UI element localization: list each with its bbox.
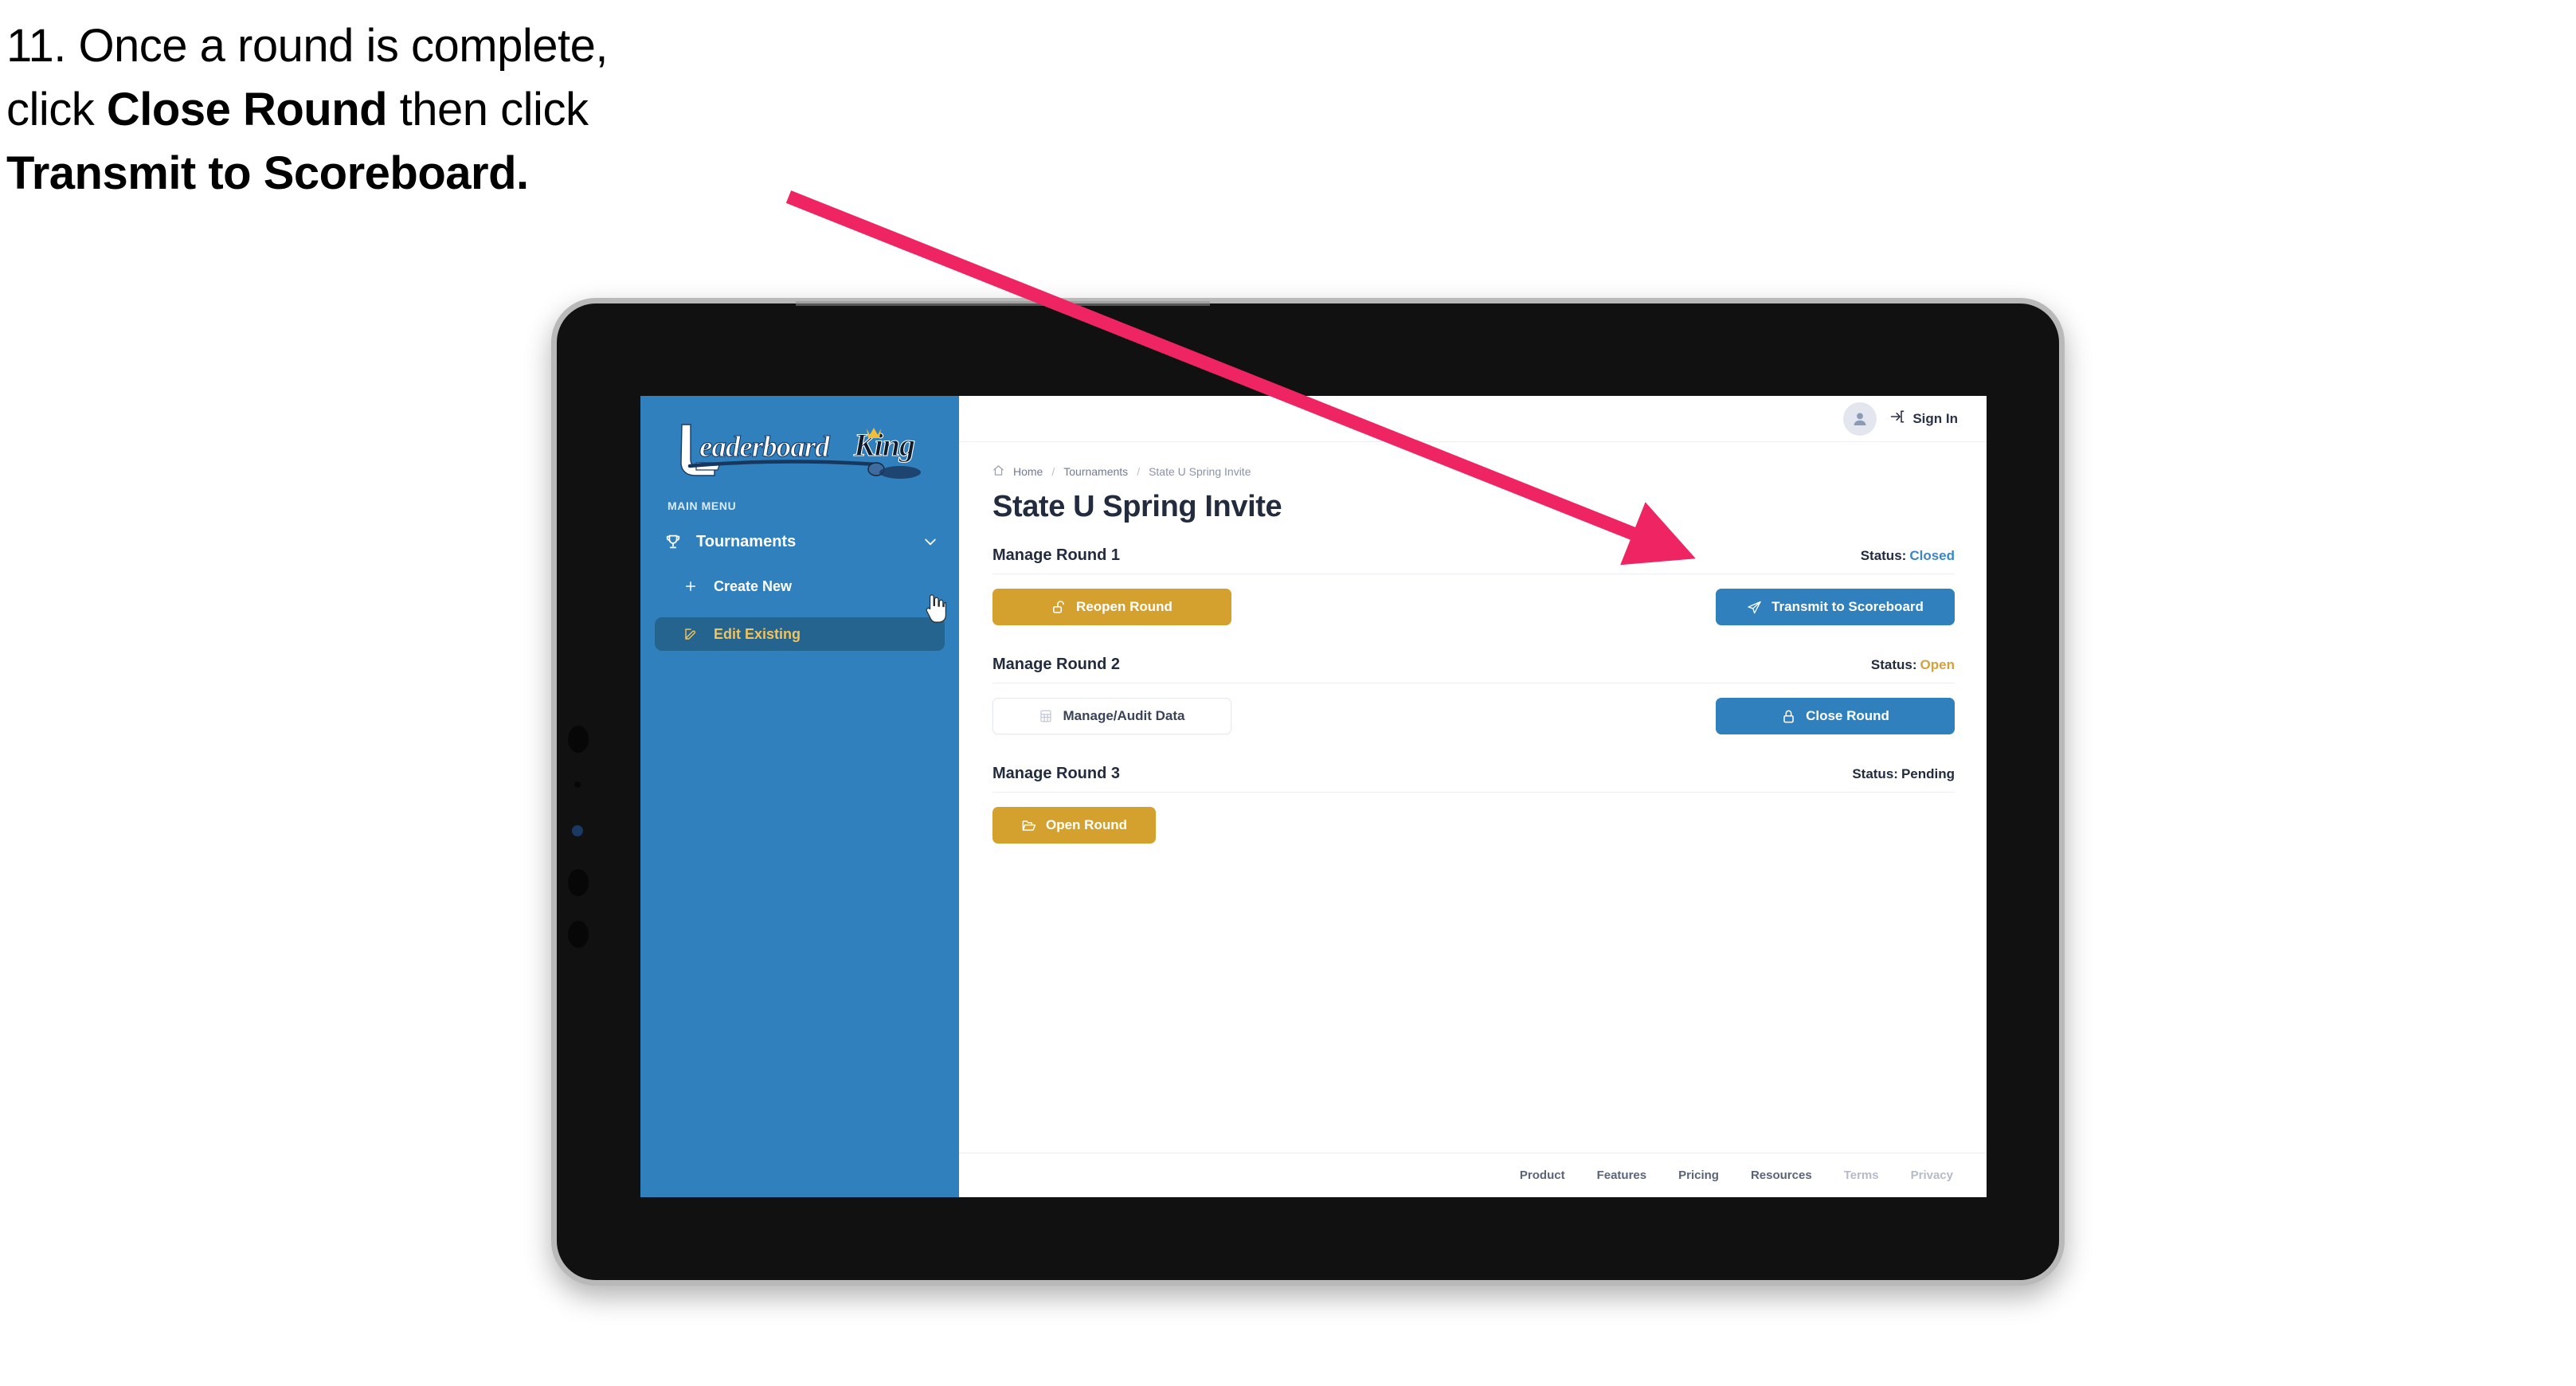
edit-pencil-icon — [683, 625, 704, 643]
footer-nav: Product Features Pricing Resources Terms… — [959, 1153, 1987, 1197]
caption-line-3: Transmit to Scoreboard. — [6, 142, 883, 206]
sidebar-item-create-new-label: Create New — [714, 578, 793, 594]
round-1-status-value: Closed — [1909, 548, 1955, 563]
svg-text:King: King — [853, 427, 914, 463]
footer-link-resources[interactable]: Resources — [1751, 1169, 1812, 1182]
round-2-actions: Manage/Audit Data Close Round — [992, 698, 1955, 734]
svg-text:eaderboard: eaderboard — [699, 431, 830, 464]
sidebar-item-tournaments-label: Tournaments — [696, 532, 797, 550]
close-round-label: Close Round — [1806, 708, 1889, 723]
tablet-device-frame: eaderboard King MAIN MENU Tournaments Cr… — [551, 298, 2065, 1286]
round-2-status-label: Status: — [1870, 657, 1917, 672]
transmit-to-scoreboard-button[interactable]: Transmit to Scoreboard — [1716, 589, 1955, 625]
caption-line-1: 11. Once a round is complete, — [6, 20, 608, 72]
sign-in-button[interactable]: Sign In — [1889, 409, 1958, 429]
footer-link-privacy[interactable]: Privacy — [1911, 1169, 1953, 1182]
caption-line-3-bold: Transmit to Scoreboard. — [6, 147, 529, 200]
round-3-name: Manage Round 3 — [992, 765, 1121, 782]
login-arrow-icon — [1889, 409, 1905, 429]
tablet-side-indicator — [572, 825, 583, 836]
breadcrumb-item-home[interactable]: Home — [1013, 465, 1043, 478]
sign-in-label: Sign In — [1912, 410, 1958, 426]
sidebar-item-create-new[interactable]: Create New — [655, 570, 945, 603]
round-1-header: Manage Round 1 Status: Closed — [992, 546, 1955, 574]
caption-line-2-post: then click — [387, 84, 589, 136]
chevron-down-icon[interactable] — [922, 534, 938, 550]
trophy-icon — [664, 532, 688, 551]
main-content: Sign In Home / Tournaments / State U Spr… — [959, 396, 1987, 1197]
instruction-caption: 11. Once a round is complete, click Clos… — [6, 14, 883, 206]
caption-line-2: click Close Round then click — [6, 78, 883, 142]
user-avatar-icon[interactable] — [1843, 401, 1877, 436]
round-1-status: Status: Closed — [1861, 548, 1955, 564]
round-section-2: Manage Round 2 Status: Open Manage/Audit… — [992, 656, 1955, 734]
footer-link-terms[interactable]: Terms — [1844, 1169, 1879, 1182]
unlock-icon — [1051, 600, 1067, 615]
reopen-round-label: Reopen Round — [1076, 599, 1173, 614]
home-icon[interactable] — [992, 464, 1004, 479]
round-2-status: Status: Open — [1871, 657, 1955, 673]
round-1-status-label: Status: — [1860, 548, 1907, 563]
close-round-button[interactable]: Close Round — [1716, 698, 1955, 734]
breadcrumb-item-tournaments[interactable]: Tournaments — [1063, 465, 1128, 478]
round-3-header: Manage Round 3 Status: Pending — [992, 765, 1955, 793]
tablet-top-notch — [796, 301, 1210, 306]
tablet-side-button-3 — [568, 921, 589, 948]
round-2-name: Manage Round 2 — [992, 656, 1121, 673]
open-folder-icon — [1021, 818, 1036, 833]
open-round-button[interactable]: Open Round — [992, 807, 1156, 844]
breadcrumb-separator: / — [1051, 465, 1055, 478]
open-round-label: Open Round — [1046, 817, 1127, 832]
round-3-status-label: Status: — [1852, 766, 1898, 781]
round-3-status: Status: Pending — [1852, 766, 1955, 782]
tablet-side-button-1 — [568, 726, 589, 753]
footer-link-pricing[interactable]: Pricing — [1678, 1169, 1719, 1182]
page-title: State U Spring Invite — [992, 490, 1282, 523]
plus-icon — [683, 578, 704, 595]
top-bar: Sign In — [959, 396, 1987, 442]
round-1-actions: Reopen Round Transmit to Scoreboard — [992, 589, 1955, 625]
table-grid-icon — [1039, 709, 1053, 723]
breadcrumb: Home / Tournaments / State U Spring Invi… — [992, 464, 1955, 479]
sidebar: eaderboard King MAIN MENU Tournaments Cr… — [640, 396, 959, 1197]
sidebar-item-edit-existing-label: Edit Existing — [714, 625, 801, 642]
paper-plane-icon — [1747, 600, 1762, 615]
tablet-side-dot — [574, 781, 581, 788]
manage-audit-data-label: Manage/Audit Data — [1063, 708, 1185, 723]
round-section-1: Manage Round 1 Status: Closed Reopen Rou… — [992, 546, 1955, 625]
lock-icon — [1781, 709, 1796, 724]
manage-audit-data-button[interactable]: Manage/Audit Data — [992, 698, 1231, 734]
breadcrumb-item-current: State U Spring Invite — [1149, 465, 1251, 478]
footer-link-product[interactable]: Product — [1520, 1169, 1565, 1182]
tablet-screen: eaderboard King MAIN MENU Tournaments Cr… — [640, 396, 1987, 1197]
breadcrumb-separator: / — [1137, 465, 1141, 478]
transmit-to-scoreboard-label: Transmit to Scoreboard — [1771, 599, 1924, 614]
caption-line-2-bold: Close Round — [106, 84, 388, 136]
sidebar-item-tournaments[interactable]: Tournaments — [664, 528, 938, 555]
footer-link-features[interactable]: Features — [1597, 1169, 1647, 1182]
round-section-3: Manage Round 3 Status: Pending Open Roun… — [992, 765, 1955, 844]
pointing-hand-cursor — [921, 593, 948, 624]
reopen-round-button[interactable]: Reopen Round — [992, 589, 1231, 625]
sidebar-section-label: MAIN MENU — [667, 499, 737, 512]
app-logo[interactable]: eaderboard King — [640, 413, 959, 484]
round-3-status-value: Pending — [1901, 766, 1955, 781]
round-1-name: Manage Round 1 — [992, 546, 1121, 564]
caption-line-2-pre: click — [6, 84, 107, 136]
sidebar-item-edit-existing[interactable]: Edit Existing — [655, 617, 945, 651]
tablet-side-button-2 — [568, 869, 589, 896]
round-2-header: Manage Round 2 Status: Open — [992, 656, 1955, 683]
page-body: Home / Tournaments / State U Spring Invi… — [959, 442, 1987, 1153]
round-3-actions: Open Round — [992, 807, 1955, 844]
round-2-status-value: Open — [1920, 657, 1955, 672]
leaderboard-king-logo-icon: eaderboard King — [680, 424, 921, 479]
